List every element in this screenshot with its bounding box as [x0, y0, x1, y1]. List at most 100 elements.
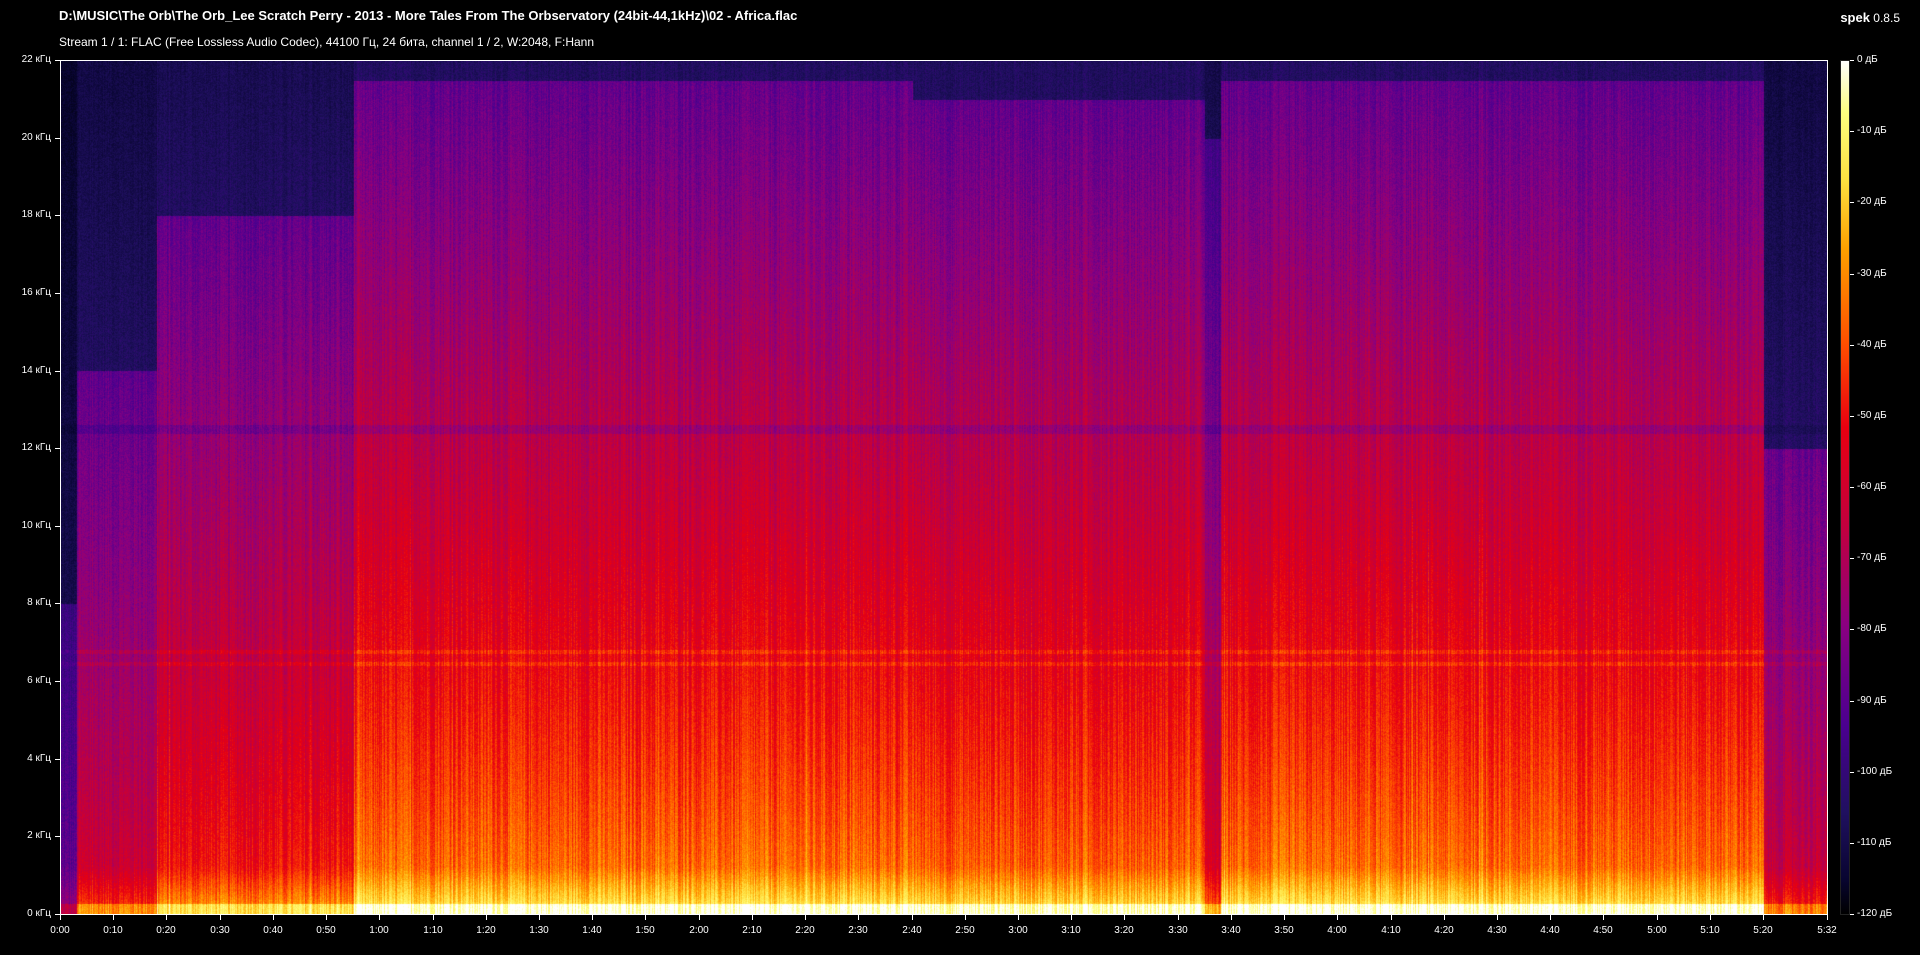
db-scale-tick	[1850, 487, 1854, 488]
x-axis-tick	[273, 915, 274, 920]
x-axis-tick	[1657, 915, 1658, 920]
x-axis-tick	[326, 915, 327, 920]
db-scale-label: -50 дБ	[1857, 410, 1887, 421]
x-axis-tick	[1444, 915, 1445, 920]
x-axis-tick-label: 3:30	[1168, 925, 1188, 936]
x-axis-tick	[1231, 915, 1232, 920]
y-axis-tick-label: 2 кГц	[27, 830, 51, 841]
y-axis-tick-label: 0 кГц	[27, 908, 51, 919]
x-axis-tick	[1710, 915, 1711, 920]
x-axis-tick	[1071, 915, 1072, 920]
y-axis-tick	[55, 215, 60, 216]
db-scale-label: -120 дБ	[1857, 908, 1893, 919]
y-axis-tick	[55, 448, 60, 449]
x-axis-tick	[1018, 915, 1019, 920]
x-axis-tick-label: 4:50	[1593, 925, 1613, 936]
db-scale-label: 0 дБ	[1857, 54, 1878, 65]
x-axis-tick-label: 3:20	[1114, 925, 1134, 936]
app-name: spek	[1840, 10, 1870, 25]
x-axis-tick-label: 1:50	[635, 925, 655, 936]
db-scale-tick	[1850, 843, 1854, 844]
y-axis-tick	[55, 526, 60, 527]
app-version: 0.8.5	[1873, 11, 1900, 25]
x-axis-tick-label: 5:10	[1700, 925, 1720, 936]
x-axis-tick-label: 2:50	[955, 925, 975, 936]
x-axis-tick-label: 4:30	[1487, 925, 1507, 936]
x-axis-tick-label: 1:30	[529, 925, 549, 936]
x-axis-tick	[1124, 915, 1125, 920]
db-scale-label: -20 дБ	[1857, 196, 1887, 207]
x-axis-tick	[645, 915, 646, 920]
x-axis-tick	[113, 915, 114, 920]
x-axis-tick-label: 4:20	[1434, 925, 1454, 936]
x-axis-tick-label: 0:20	[156, 925, 176, 936]
x-axis-tick	[220, 915, 221, 920]
x-axis-tick	[1603, 915, 1604, 920]
x-axis-tick-label: 5:00	[1647, 925, 1667, 936]
y-axis-tick	[55, 836, 60, 837]
x-axis-tick-label: 0:10	[103, 925, 123, 936]
x-axis-tick	[858, 915, 859, 920]
db-color-scale	[1840, 60, 1850, 915]
db-scale-tick	[1850, 202, 1854, 203]
x-axis-tick-label: 2:00	[689, 925, 709, 936]
x-axis-tick-label: 4:40	[1540, 925, 1560, 936]
y-axis-tick-label: 8 кГц	[27, 597, 51, 608]
y-axis-tick-label: 20 кГц	[21, 132, 51, 143]
x-axis-tick	[699, 915, 700, 920]
x-axis-tick-label: 3:50	[1274, 925, 1294, 936]
file-path-title: D:\MUSIC\The Orb\The Orb_Lee Scratch Per…	[59, 8, 798, 23]
y-axis-tick-label: 6 кГц	[27, 675, 51, 686]
y-axis-tick-label: 22 кГц	[21, 54, 51, 65]
y-axis-tick	[55, 60, 60, 61]
spectrogram-plot[interactable]	[60, 60, 1828, 915]
x-axis-tick-label: 3:00	[1008, 925, 1028, 936]
x-axis-tick	[1763, 915, 1764, 920]
x-axis-tick	[1497, 915, 1498, 920]
x-axis-tick	[1391, 915, 1392, 920]
x-axis-tick-label: 0:50	[316, 925, 336, 936]
x-axis-tick-label: 4:00	[1327, 925, 1347, 936]
x-axis-tick-label: 0:00	[50, 925, 70, 936]
x-axis-tick	[1337, 915, 1338, 920]
db-scale-tick	[1850, 914, 1854, 915]
x-axis-tick	[166, 915, 167, 920]
db-scale-label: -40 дБ	[1857, 339, 1887, 350]
db-scale-label: -80 дБ	[1857, 623, 1887, 634]
x-axis-tick-label: 3:10	[1061, 925, 1081, 936]
x-axis-tick	[433, 915, 434, 920]
x-axis-tick	[912, 915, 913, 920]
x-axis-tick	[965, 915, 966, 920]
x-axis-tick-label: 2:20	[795, 925, 815, 936]
y-axis-tick-label: 10 кГц	[21, 520, 51, 531]
stream-info: Stream 1 / 1: FLAC (Free Lossless Audio …	[59, 35, 595, 49]
x-axis-tick-label: 1:00	[369, 925, 389, 936]
x-axis-tick	[1550, 915, 1551, 920]
y-axis-tick	[55, 603, 60, 604]
db-scale-tick	[1850, 60, 1854, 61]
db-scale-tick	[1850, 701, 1854, 702]
y-axis-tick-label: 4 кГц	[27, 753, 51, 764]
x-axis-tick-label: 2:10	[742, 925, 762, 936]
x-axis-tick-label: 2:40	[902, 925, 922, 936]
db-scale-tick	[1850, 558, 1854, 559]
y-axis-tick-label: 16 кГц	[21, 287, 51, 298]
y-axis-tick-label: 12 кГц	[21, 442, 51, 453]
spectrogram-canvas	[61, 61, 1827, 914]
db-scale-label: -70 дБ	[1857, 552, 1887, 563]
app-version-label: spek 0.8.5	[1840, 10, 1900, 25]
db-scale-label: -60 дБ	[1857, 481, 1887, 492]
x-axis-tick	[592, 915, 593, 920]
db-scale-label: -10 дБ	[1857, 125, 1887, 136]
x-axis-tick	[60, 915, 61, 920]
db-scale-tick	[1850, 416, 1854, 417]
x-axis-tick-label: 1:10	[423, 925, 443, 936]
y-axis-tick	[55, 371, 60, 372]
db-scale-tick	[1850, 345, 1854, 346]
db-scale-tick	[1850, 629, 1854, 630]
db-scale-label: -100 дБ	[1857, 766, 1893, 777]
db-scale-label: -90 дБ	[1857, 695, 1887, 706]
x-axis-tick-label: 3:40	[1221, 925, 1241, 936]
x-axis-tick	[1827, 915, 1828, 920]
y-axis-tick	[55, 138, 60, 139]
